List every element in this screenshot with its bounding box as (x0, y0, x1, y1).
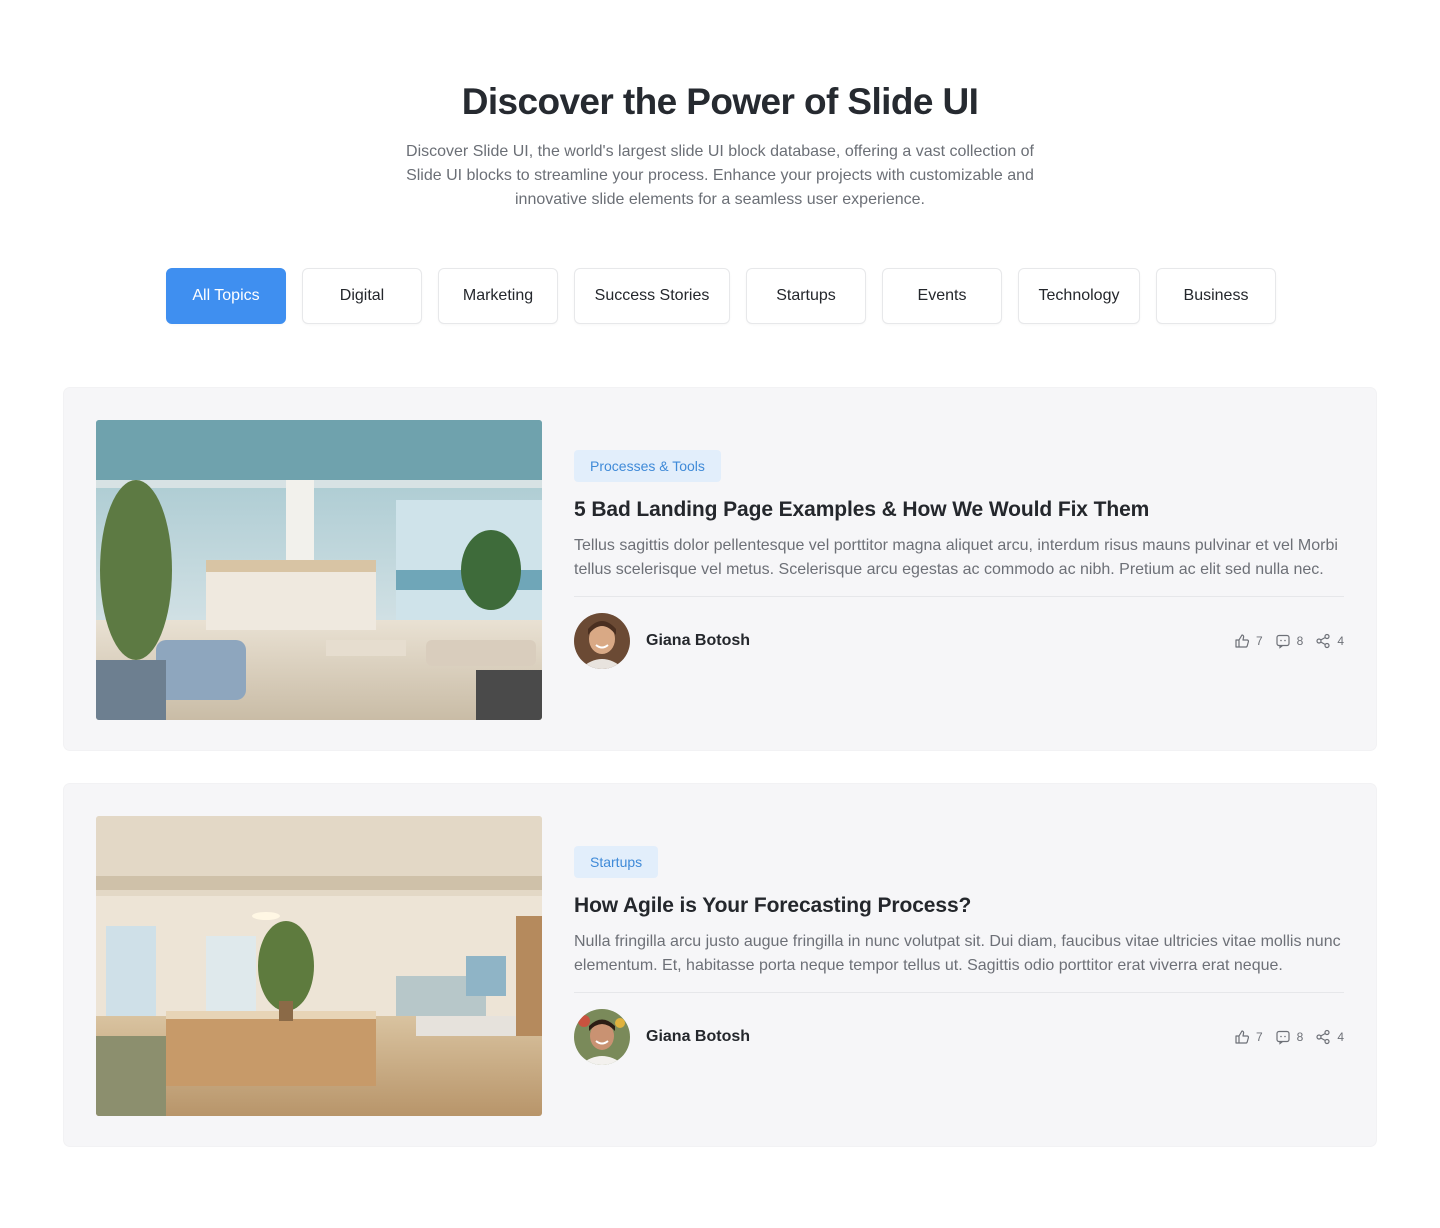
post-content: Processes & Tools 5 Bad Landing Page Exa… (574, 450, 1344, 669)
divider (574, 992, 1344, 993)
post-author[interactable]: Giana Botosh (574, 1009, 750, 1065)
post-image-office-lounge (96, 420, 542, 720)
post-title[interactable]: 5 Bad Landing Page Examples & How We Wou… (574, 496, 1344, 524)
share-icon (1316, 633, 1330, 649)
post-card[interactable]: Startups How Agile is Your Forecasting P… (64, 784, 1376, 1146)
topic-filter-bar: All Topics Digital Marketing Success Sto… (166, 268, 1276, 324)
comment-icon (1276, 634, 1290, 649)
author-name[interactable]: Giana Botosh (646, 632, 750, 650)
post-category-tag[interactable]: Processes & Tools (574, 450, 721, 482)
post-stats: 7 8 4 (1234, 633, 1344, 649)
topic-startups[interactable]: Startups (746, 268, 866, 324)
avatar-image (574, 1009, 630, 1065)
topic-all-topics[interactable]: All Topics (166, 268, 286, 324)
post-image-office-interior (96, 816, 542, 1116)
share-stat[interactable]: 4 (1315, 633, 1344, 649)
comment-stat[interactable]: 8 (1275, 633, 1304, 649)
avatar[interactable] (574, 1009, 630, 1065)
author-name[interactable]: Giana Botosh (646, 1028, 750, 1046)
like-count: 7 (1255, 634, 1263, 648)
page-description: Discover Slide UI, the world's largest s… (406, 143, 1034, 208)
topic-digital[interactable]: Digital (302, 268, 422, 324)
comment-count: 8 (1296, 634, 1304, 648)
post-image[interactable] (96, 420, 542, 720)
share-icon (1316, 1029, 1330, 1045)
comment-stat[interactable]: 8 (1275, 1029, 1304, 1045)
divider (574, 596, 1344, 597)
post-excerpt: Nulla fringilla arcu justo augue fringil… (574, 933, 1341, 974)
topic-business[interactable]: Business (1156, 268, 1276, 324)
topic-marketing[interactable]: Marketing (438, 268, 558, 324)
post-excerpt: Tellus sagittis dolor pellentesque vel p… (574, 537, 1338, 578)
hero-section: Discover the Power of Slide UI Discover … (0, 80, 1440, 212)
post-card[interactable]: Processes & Tools 5 Bad Landing Page Exa… (64, 388, 1376, 750)
like-stat[interactable]: 7 (1234, 633, 1263, 649)
share-count: 4 (1337, 634, 1344, 648)
post-author[interactable]: Giana Botosh (574, 613, 750, 669)
post-meta: Giana Botosh 7 8 4 (574, 1009, 1344, 1065)
post-stats: 7 8 4 (1234, 1029, 1344, 1045)
thumbs-up-icon (1235, 634, 1249, 648)
avatar-image (574, 613, 630, 669)
avatar[interactable] (574, 613, 630, 669)
post-image[interactable] (96, 816, 542, 1116)
like-count: 7 (1255, 1030, 1263, 1044)
share-count: 4 (1337, 1030, 1344, 1044)
thumbs-up-icon (1235, 1030, 1249, 1044)
topic-events[interactable]: Events (882, 268, 1002, 324)
post-category-tag[interactable]: Startups (574, 846, 659, 878)
post-title[interactable]: How Agile is Your Forecasting Process? (574, 892, 1344, 920)
comment-icon (1276, 1030, 1290, 1045)
topic-success-stories[interactable]: Success Stories (574, 268, 730, 324)
like-stat[interactable]: 7 (1234, 1029, 1263, 1045)
post-meta: Giana Botosh 7 8 4 (574, 613, 1344, 669)
post-content: Startups How Agile is Your Forecasting P… (574, 846, 1344, 1065)
comment-count: 8 (1296, 1030, 1304, 1044)
topic-technology[interactable]: Technology (1018, 268, 1140, 324)
page-title: Discover the Power of Slide UI (461, 81, 979, 122)
share-stat[interactable]: 4 (1315, 1029, 1344, 1045)
